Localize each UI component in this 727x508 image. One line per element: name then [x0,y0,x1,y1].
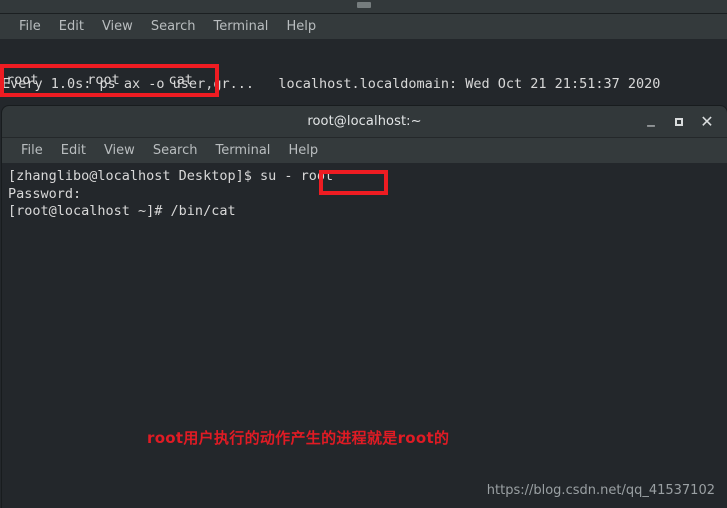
watch-terminal-window: File Edit View Search Terminal Help Ever… [0,0,727,104]
bottom-menu-item-search[interactable]: Search [144,143,207,158]
titlebar-drag-handle[interactable] [356,2,371,8]
window-controls: _ ✕ [637,106,721,137]
ps-output-row-root-cat: root root cat [6,72,193,88]
root-terminal-window: root@localhost:~ _ ✕ File Edit View Sear… [2,106,727,508]
menu-item-file[interactable]: File [10,19,50,34]
bottom-menu-item-help[interactable]: Help [279,143,327,158]
bottom-menu-item-file[interactable]: File [12,143,52,158]
window-title: root@localhost:~ [307,114,422,129]
annotation-text: root用户执行的动作产生的进程就是root的 [147,429,450,447]
bottom-window-titlebar[interactable]: root@localhost:~ _ ✕ [2,106,727,138]
maximize-icon[interactable] [665,106,693,137]
terminal-line-bin-cat: [root@localhost ~]# /bin/cat [8,203,236,219]
root-terminal-output-area[interactable]: [zhanglibo@localhost Desktop]$ su - root… [2,163,727,508]
menu-item-search[interactable]: Search [142,19,205,34]
menu-item-edit[interactable]: Edit [50,19,93,34]
top-window-titlebar[interactable] [0,0,727,14]
bottom-menu-item-view[interactable]: View [95,143,144,158]
menu-item-help[interactable]: Help [277,19,325,34]
top-window-menubar: File Edit View Search Terminal Help [0,14,727,39]
terminal-line-su-command: [zhanglibo@localhost Desktop]$ su - root [8,168,334,184]
bottom-menu-item-edit[interactable]: Edit [52,143,95,158]
terminal-line-password: Password: [8,185,82,202]
watch-output-area[interactable]: Every 1.0s: ps ax -o user,gr... localhos… [0,39,727,104]
bottom-window-menubar: File Edit View Search Terminal Help [2,138,727,163]
watermark-url: https://blog.csdn.net/qq_41537102 [486,483,715,498]
bottom-menu-item-terminal[interactable]: Terminal [206,143,279,158]
menu-item-view[interactable]: View [93,19,142,34]
menu-item-terminal[interactable]: Terminal [204,19,277,34]
minimize-icon[interactable]: _ [637,106,665,141]
close-icon[interactable]: ✕ [693,106,721,137]
